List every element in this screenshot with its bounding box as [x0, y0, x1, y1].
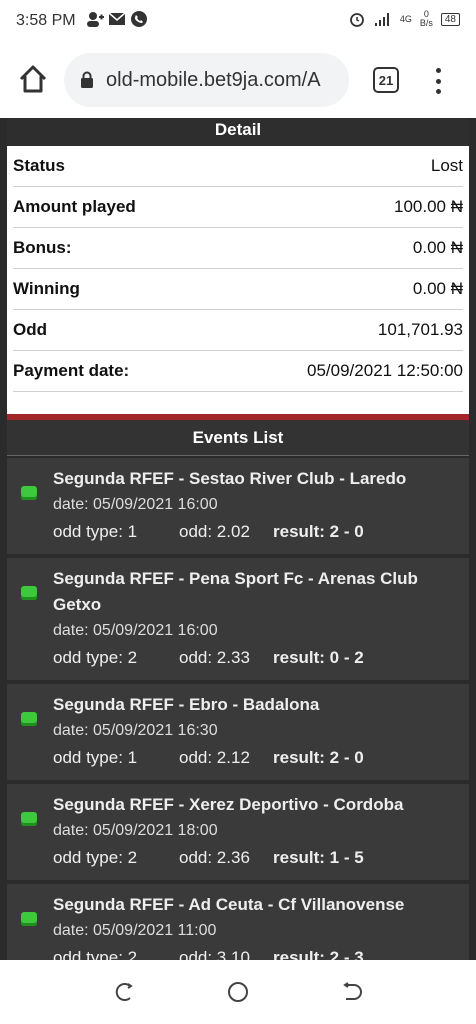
- status-bar: 3:58 PM 4G 0 B/s 48: [0, 0, 476, 42]
- detail-value: 100.00 ₦: [394, 197, 463, 216]
- won-status-icon: [21, 486, 37, 500]
- event-item: Segunda RFEF - Ebro - Badalona date: 05/…: [7, 684, 469, 784]
- detail-row-payment-date: Payment date: 05/09/2021 12:50:00: [13, 351, 463, 392]
- detail-label: Payment date:: [13, 361, 130, 380]
- system-icons: 4G 0 B/s 48: [348, 10, 460, 28]
- event-title: Segunda RFEF - Pena Sport Fc - Arenas Cl…: [53, 569, 418, 614]
- detail-row-winning: Winning 0.00 ₦: [13, 269, 463, 310]
- won-status-icon: [21, 586, 37, 600]
- detail-label: Winning: [13, 279, 80, 298]
- home-icon[interactable]: [16, 62, 50, 96]
- detail-table: Status Lost Amount played 100.00 ₦ Bonus…: [7, 146, 469, 414]
- system-nav-bar: [0, 960, 476, 1024]
- browser-toolbar: old-mobile.bet9ja.com/A 21: [0, 42, 476, 118]
- detail-row-status: Status Lost: [13, 146, 463, 187]
- event-date: date: 05/09/2021 16:00: [53, 496, 218, 513]
- event-odd: odd: 3.10: [179, 948, 250, 960]
- event-odds-line: odd type: 2 odd: 3.10 result: 2 - 3: [53, 944, 461, 960]
- event-date: date: 05/09/2021 11:00: [53, 922, 217, 939]
- event-date: date: 05/09/2021 16:00: [53, 622, 218, 639]
- event-odd: odd: 2.02: [179, 522, 250, 541]
- tab-count: 21: [378, 72, 394, 88]
- battery-level: 48: [444, 13, 456, 25]
- won-status-icon: [21, 712, 37, 726]
- event-title: Segunda RFEF - Xerez Deportivo - Cordoba: [53, 795, 404, 814]
- event-odds-line: odd type: 2 odd: 2.33 result: 0 - 2: [53, 644, 461, 672]
- event-date: date: 05/09/2021 16:30: [53, 722, 218, 739]
- detail-label: Odd: [13, 320, 47, 339]
- event-odd-type: odd type: 2: [53, 948, 138, 960]
- event-item: Segunda RFEF - Pena Sport Fc - Arenas Cl…: [7, 558, 469, 684]
- url-text: old-mobile.bet9ja.com/A: [106, 68, 321, 91]
- network-type: 4G: [399, 14, 412, 24]
- more-menu-icon[interactable]: [430, 66, 446, 96]
- lock-icon: [81, 71, 93, 88]
- detail-header: Detail: [7, 118, 469, 146]
- page-content[interactable]: Detail Status Lost Amount played 100.00 …: [0, 118, 476, 960]
- event-odd-type: odd type: 2: [53, 848, 138, 867]
- event-result: result: 2 - 0: [273, 748, 364, 767]
- event-odd-type: odd type: 1: [53, 748, 138, 767]
- won-status-icon: [21, 812, 37, 826]
- detail-row-bonus: Bonus: 0.00 ₦: [13, 228, 463, 269]
- home-nav-icon[interactable]: [226, 980, 250, 1004]
- signal-icon: [374, 13, 389, 26]
- mail-icon: [108, 12, 126, 25]
- phone-icon: [131, 11, 147, 27]
- event-result: result: 1 - 5: [273, 848, 364, 867]
- recent-apps-icon[interactable]: [112, 980, 136, 1004]
- data-speed: 0 B/s: [420, 10, 433, 28]
- detail-label: Bonus:: [13, 238, 72, 257]
- battery-icon: 48: [440, 12, 460, 26]
- event-title: Segunda RFEF - Sestao River Club - Lared…: [53, 469, 407, 488]
- event-odd: odd: 2.33: [179, 648, 250, 667]
- event-odds-line: odd type: 1 odd: 2.12 result: 2 - 0: [53, 744, 461, 772]
- data-speed-unit: B/s: [419, 18, 433, 28]
- clock: 3:58 PM: [16, 12, 76, 29]
- event-title: Segunda RFEF - Ebro - Badalona: [53, 695, 320, 714]
- detail-row-odd: Odd 101,701.93: [13, 310, 463, 351]
- events-list: Segunda RFEF - Sestao River Club - Lared…: [7, 458, 469, 960]
- detail-label: Amount played: [13, 197, 136, 216]
- event-title: Segunda RFEF - Ad Ceuta - Cf Villanovens…: [53, 895, 405, 914]
- won-status-icon: [21, 912, 37, 926]
- detail-value: 0.00 ₦: [412, 279, 463, 298]
- address-bar[interactable]: old-mobile.bet9ja.com/A: [64, 53, 349, 107]
- event-result: result: 0 - 2: [273, 648, 364, 667]
- detail-value: 05/09/2021 12:50:00: [307, 361, 463, 380]
- back-icon[interactable]: [340, 980, 364, 1004]
- event-item: Segunda RFEF - Xerez Deportivo - Cordoba…: [7, 784, 469, 884]
- detail-value: 0.00 ₦: [412, 238, 463, 257]
- event-odd: odd: 2.12: [179, 748, 250, 767]
- alarm-icon: [349, 13, 364, 27]
- event-item: Segunda RFEF - Ad Ceuta - Cf Villanovens…: [7, 884, 469, 960]
- tab-switcher-button[interactable]: 21: [373, 67, 399, 93]
- event-result: result: 2 - 0: [273, 522, 364, 541]
- event-item: Segunda RFEF - Sestao River Club - Lared…: [7, 458, 469, 558]
- event-odds-line: odd type: 2 odd: 2.36 result: 1 - 5: [53, 844, 461, 872]
- detail-value: Lost: [430, 156, 463, 175]
- event-date: date: 05/09/2021 18:00: [53, 822, 218, 839]
- event-odd-type: odd type: 2: [53, 648, 138, 667]
- person-add-icon: [87, 12, 104, 27]
- event-odd: odd: 2.36: [179, 848, 250, 867]
- notification-icons: [86, 10, 148, 28]
- event-odd-type: odd type: 1: [53, 522, 138, 541]
- detail-value: 101,701.93: [377, 320, 463, 339]
- detail-row-amount: Amount played 100.00 ₦: [13, 187, 463, 228]
- event-odds-line: odd type: 1 odd: 2.02 result: 2 - 0: [53, 518, 461, 546]
- event-result: result: 2 - 3: [273, 948, 364, 960]
- detail-label: Status: [13, 156, 65, 175]
- events-header: Events List: [7, 420, 469, 456]
